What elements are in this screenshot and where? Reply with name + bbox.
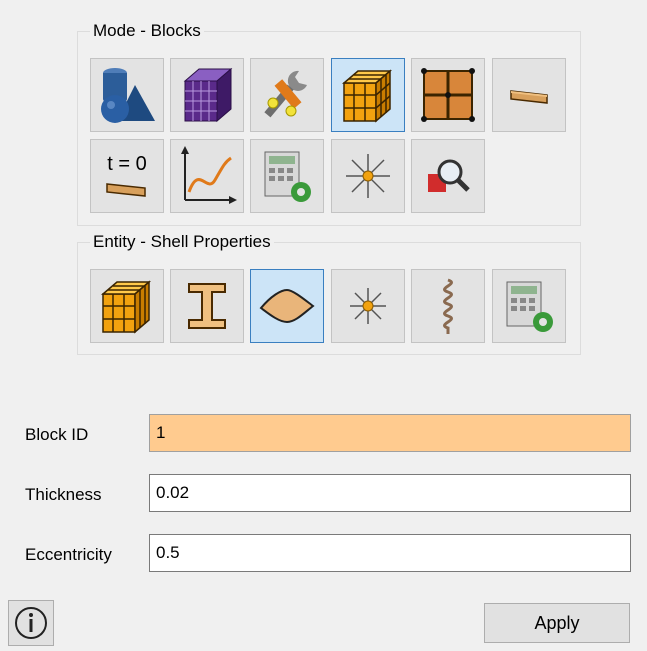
curve-graph-icon	[181, 146, 237, 204]
mode-blocks-title: Mode - Blocks	[90, 20, 204, 42]
curves-button[interactable]	[170, 139, 244, 213]
shell-strip-icon	[510, 90, 548, 104]
spider-button[interactable]	[331, 139, 405, 213]
mesh-button[interactable]	[170, 58, 244, 132]
spring-icon	[443, 278, 453, 334]
grid-button[interactable]	[411, 58, 485, 132]
eccentricity-field[interactable]: 0.5	[149, 534, 631, 572]
geometry-button[interactable]	[90, 58, 164, 132]
entity-beam-button[interactable]	[170, 269, 244, 343]
thickness-field[interactable]: 0.02	[149, 474, 631, 512]
calculator-gear-icon	[264, 151, 311, 202]
block-id-label: Block ID	[25, 425, 89, 444]
tools-icon	[264, 70, 307, 118]
blocks-button[interactable]	[331, 58, 405, 132]
inspect-icon	[428, 159, 470, 192]
point-mass-icon	[350, 288, 386, 324]
info-icon	[15, 607, 47, 639]
spider-icon	[346, 154, 390, 198]
geometry-icon	[101, 68, 155, 123]
block-cube-icon	[100, 280, 152, 334]
info-button[interactable]	[8, 600, 54, 646]
shell-button[interactable]	[492, 58, 566, 132]
entity-block-button[interactable]	[90, 269, 164, 343]
entity-shell-button[interactable]	[250, 269, 324, 343]
calculator-button[interactable]	[250, 139, 324, 213]
entity-shell-title: Entity - Shell Properties	[90, 231, 274, 253]
tools-button[interactable]	[250, 58, 324, 132]
beam-i-icon	[188, 283, 226, 329]
initial-time-icon: t = 0	[106, 153, 147, 197]
mesh-cube-icon	[183, 67, 233, 123]
inspect-button[interactable]	[411, 139, 485, 213]
entity-calculator-button[interactable]	[492, 269, 566, 343]
t-zero-label: t = 0	[107, 153, 146, 175]
block-id-field[interactable]: 1	[149, 414, 631, 452]
entity-spring-button[interactable]	[411, 269, 485, 343]
entity-point-mass-button[interactable]	[331, 269, 405, 343]
eccentricity-label: Eccentricity	[25, 545, 112, 564]
initial-conditions-button[interactable]: t = 0	[90, 139, 164, 213]
blocks-cube-icon	[341, 69, 393, 123]
shell-surface-icon	[259, 288, 315, 324]
apply-button[interactable]: Apply	[484, 603, 630, 643]
grid-nodes-icon	[421, 68, 475, 122]
thickness-label: Thickness	[25, 485, 102, 504]
calculator-settings-icon	[506, 281, 553, 332]
